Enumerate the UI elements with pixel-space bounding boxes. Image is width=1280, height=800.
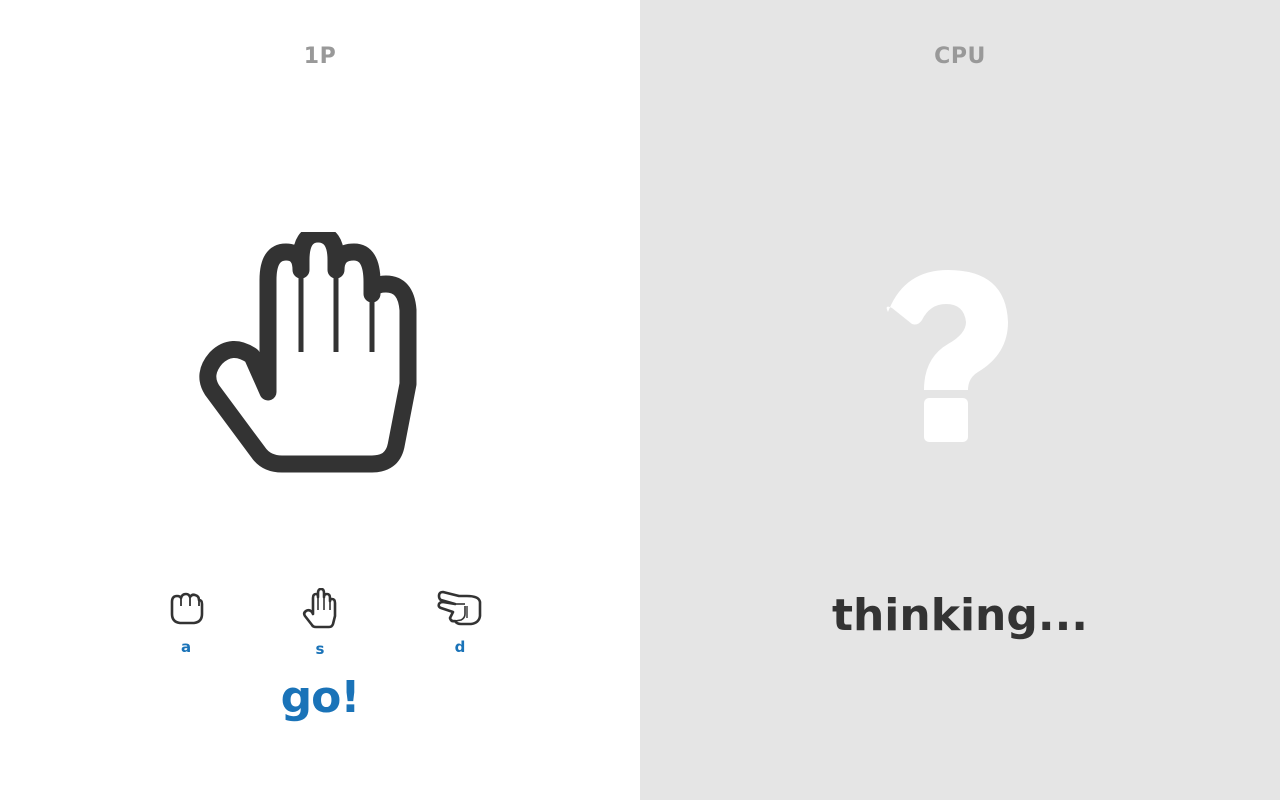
rock-key-label: a <box>180 638 192 656</box>
player-panel: 1P a s d go! <box>0 0 640 800</box>
open-hand-icon <box>199 232 417 473</box>
hand-choices: a s d <box>0 588 640 668</box>
fist-icon <box>170 592 204 625</box>
rock-choice-button[interactable]: a <box>146 588 226 668</box>
cpu-status-text: thinking... <box>831 590 1089 641</box>
scissors-key-label: d <box>454 638 466 656</box>
open-hand-icon <box>302 588 337 629</box>
question-mark-icon <box>886 270 1008 442</box>
player-label: 1P <box>303 44 337 69</box>
scissors-hand-icon <box>437 590 482 626</box>
paper-key-label: s <box>315 640 325 658</box>
cpu-label: CPU <box>934 44 986 69</box>
game-stage: 1P a s d go! CPU thinking... <box>0 0 1280 800</box>
go-prompt: go! <box>280 672 361 723</box>
scissors-choice-button[interactable]: d <box>420 588 500 668</box>
paper-choice-button[interactable]: s <box>280 588 360 668</box>
